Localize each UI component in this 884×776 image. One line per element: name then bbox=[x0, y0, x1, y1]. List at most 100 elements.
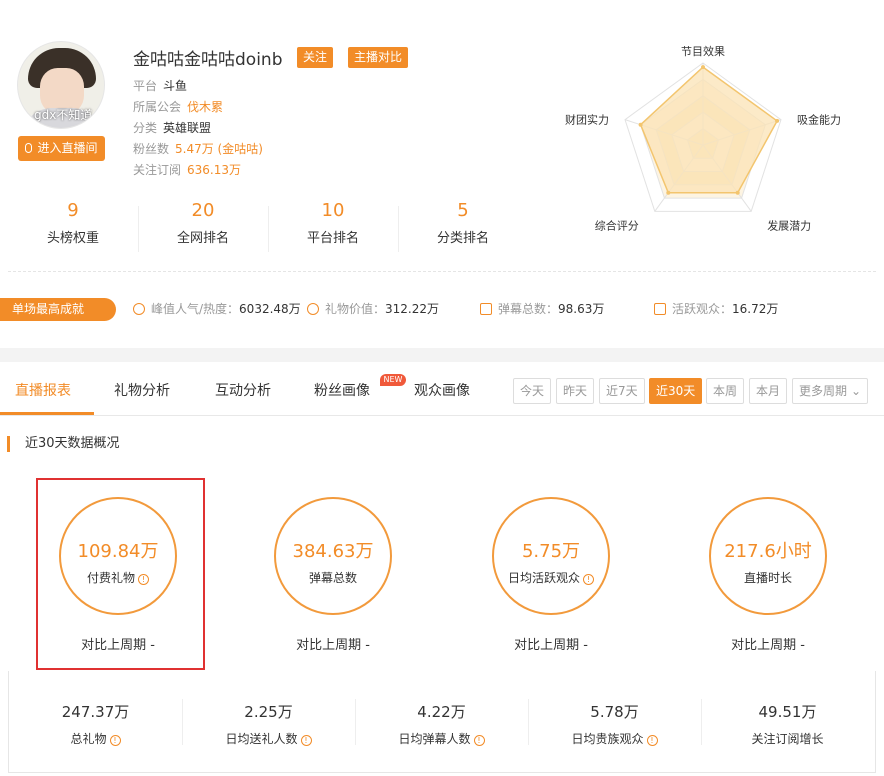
section-gap bbox=[0, 348, 884, 362]
category-row: 分类 英雄联盟 bbox=[133, 119, 211, 136]
info-icon[interactable]: ! bbox=[300, 735, 312, 746]
radar-axis-label: 发展潜力 bbox=[767, 218, 811, 232]
summary-value: 4.22万 bbox=[417, 703, 466, 721]
danmaku-total-label: 弹幕总数： bbox=[498, 302, 559, 316]
danmaku-icon bbox=[480, 303, 492, 315]
radar-point bbox=[735, 190, 740, 195]
stat-label: 直播时长 bbox=[743, 571, 792, 585]
peak-popularity-value: 6032.48万 bbox=[239, 302, 301, 316]
peak-popularity-label: 峰值人气/热度： bbox=[151, 302, 240, 316]
compare-button[interactable]: 主播对比 bbox=[348, 47, 409, 68]
avatar-watermark: gdx不知道 bbox=[34, 108, 93, 122]
summary-value: 5.78万 bbox=[590, 703, 639, 721]
avatar[interactable]: gdx不知道 bbox=[17, 41, 105, 129]
radar-axis-label: 吸金能力 bbox=[797, 113, 841, 127]
anchor-header: gdx不知道 进入直播间 金咕咕金咕咕doinb 关注 主播对比 平台 斗鱼 所属… bbox=[0, 0, 884, 348]
stat-value: 384.63万 bbox=[292, 541, 374, 562]
summary-label: 日均贵族观众 bbox=[571, 732, 644, 746]
tab-audience-profile[interactable]: 观众画像 bbox=[414, 380, 470, 400]
rank-value: 5 bbox=[457, 200, 469, 221]
rank-label: 分类排名 bbox=[436, 231, 489, 246]
guild-row: 所属公会 伐木累 bbox=[133, 98, 223, 115]
compare-text: 对比上周期 - bbox=[296, 638, 370, 653]
peak-popularity: 峰值人气/热度：6032.48万 bbox=[133, 300, 301, 317]
subs-row: 关注订阅 636.13万 bbox=[133, 161, 241, 178]
period-7-days[interactable]: 近7天 bbox=[599, 378, 645, 404]
rank-label: 全网排名 bbox=[176, 231, 229, 246]
guild-link[interactable]: 伐木累 bbox=[187, 100, 223, 114]
tab-live-report[interactable]: 直播报表 bbox=[15, 380, 71, 400]
info-icon[interactable]: ! bbox=[583, 574, 594, 585]
rank-item: 10 平台排名 bbox=[268, 200, 398, 246]
category-label: 分类 bbox=[133, 121, 158, 135]
dashed-divider bbox=[8, 271, 876, 272]
summary-label: 总礼物 bbox=[70, 732, 107, 746]
info-icon[interactable]: ! bbox=[646, 735, 658, 746]
compare-text: 对比上周期 - bbox=[514, 638, 588, 653]
compare-text: 对比上周期 - bbox=[731, 638, 805, 653]
summary-value: 2.25万 bbox=[244, 703, 293, 721]
enter-live-room-button[interactable]: 进入直播间 bbox=[18, 136, 105, 161]
danmaku-total-value: 98.63万 bbox=[558, 302, 605, 316]
period-today[interactable]: 今天 bbox=[513, 378, 552, 404]
tab-gift-analysis[interactable]: 礼物分析 bbox=[114, 380, 170, 400]
radar-point bbox=[638, 122, 643, 127]
stat-daily-active-audience: 5.75万 日均活跃观众! bbox=[492, 497, 610, 615]
highlight-box bbox=[36, 478, 205, 670]
rank-strip: 9 头榜权重 20 全网排名 10 平台排名 5 分类排名 bbox=[8, 200, 528, 256]
tab-interaction-analysis[interactable]: 互动分析 bbox=[215, 380, 271, 400]
rank-value: 20 bbox=[191, 200, 215, 221]
fans-label: 粉丝数 bbox=[133, 142, 170, 156]
rank-value: 9 bbox=[67, 200, 79, 221]
coin-icon bbox=[307, 303, 319, 315]
stat-value: 217.6小时 bbox=[724, 541, 812, 562]
stat-label: 弹幕总数 bbox=[308, 571, 357, 585]
summary-label: 关注订阅增长 bbox=[751, 732, 824, 746]
fans-row: 粉丝数 5.47万 (金咕咕) bbox=[133, 140, 263, 157]
platform-label: 平台 bbox=[133, 79, 158, 93]
period-more-dropdown[interactable]: 更多周期 ⌄ bbox=[792, 378, 869, 404]
period-this-month[interactable]: 本月 bbox=[749, 378, 788, 404]
fans-value: 5.47万 (金咕咕) bbox=[175, 142, 263, 156]
summary-item: 4.22万 日均弹幕人数! bbox=[355, 701, 528, 747]
period-this-week[interactable]: 本周 bbox=[706, 378, 745, 404]
mic-icon bbox=[25, 143, 33, 153]
enter-live-room-label: 进入直播间 bbox=[37, 141, 98, 155]
rank-label: 平台排名 bbox=[306, 231, 359, 246]
summary-item: 49.51万关注订阅增长 bbox=[701, 701, 874, 747]
new-badge: NEW bbox=[380, 374, 406, 386]
rank-item: 5 分类排名 bbox=[398, 200, 528, 246]
info-icon[interactable]: ! bbox=[473, 735, 485, 746]
active-tab-indicator bbox=[0, 412, 94, 415]
audience-icon bbox=[654, 303, 666, 315]
radar-point bbox=[666, 190, 671, 195]
danmaku-total: 弹幕总数：98.63万 bbox=[480, 300, 604, 317]
period-yesterday[interactable]: 昨天 bbox=[556, 378, 595, 404]
stat-live-duration: 217.6小时 直播时长 bbox=[709, 497, 827, 615]
rank-item: 20 全网排名 bbox=[138, 200, 268, 246]
summary-item: 247.37万总礼物! bbox=[9, 701, 182, 747]
summary-item: 2.25万日均送礼人数! bbox=[182, 701, 355, 747]
follow-button[interactable]: 关注 bbox=[297, 47, 334, 68]
active-audience: 活跃观众：16.72万 bbox=[654, 300, 778, 317]
gift-value: 礼物价值：312.22万 bbox=[307, 300, 439, 317]
platform-value: 斗鱼 bbox=[163, 79, 188, 93]
report-tabs: 直播报表 礼物分析 互动分析 粉丝画像 NEW 观众画像 今天 昨天 近7天 近… bbox=[0, 362, 884, 416]
guild-label: 所属公会 bbox=[133, 100, 182, 114]
summary-value: 247.37万 bbox=[61, 703, 130, 721]
period-30-days[interactable]: 近30天 bbox=[649, 378, 703, 404]
category-value: 英雄联盟 bbox=[163, 121, 212, 135]
radar-point bbox=[701, 65, 705, 70]
tab-fan-profile[interactable]: 粉丝画像 bbox=[314, 380, 370, 400]
stat-value: 5.75万 bbox=[521, 541, 581, 562]
summary-panel: 247.37万总礼物! 2.25万日均送礼人数! 4.22万 日均弹幕人数! 5.… bbox=[8, 671, 876, 773]
summary-label: 日均送礼人数 bbox=[225, 732, 298, 746]
summary-item: 5.78万日均贵族观众! bbox=[528, 701, 701, 747]
period-more-label: 更多周期 bbox=[799, 384, 848, 398]
gift-value-label: 礼物价值： bbox=[325, 302, 386, 316]
info-icon[interactable]: ! bbox=[109, 735, 121, 746]
summary-value: 49.51万 bbox=[758, 703, 817, 721]
active-audience-value: 16.72万 bbox=[732, 302, 779, 316]
section-title: 近30天数据概况 bbox=[7, 436, 120, 452]
subs-value: 636.13万 bbox=[187, 163, 242, 177]
